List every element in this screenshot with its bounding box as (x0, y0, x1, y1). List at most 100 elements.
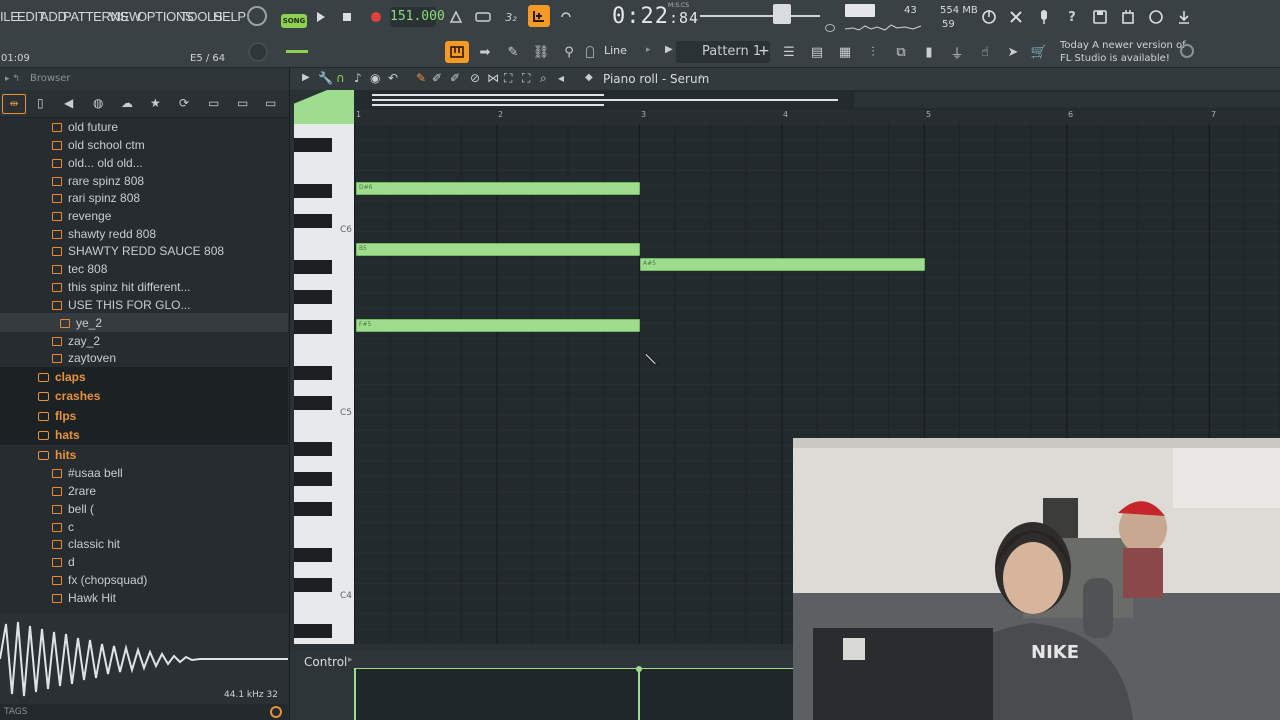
black-key[interactable] (294, 396, 332, 410)
browser-icon[interactable]: ▮ (918, 41, 940, 63)
download-icon[interactable] (1173, 6, 1195, 28)
browser-star-icon[interactable]: ★ (150, 96, 161, 110)
roll-target-arrow-icon[interactable]: ◆ (585, 72, 593, 83)
roll-note-icon[interactable]: ♪ (354, 71, 362, 85)
browser-folder-icon[interactable]: ▭ (208, 96, 219, 110)
roll-pencil-icon[interactable]: ✎ (416, 71, 426, 85)
menu-file[interactable]: ILE (0, 9, 19, 24)
browser-globe-icon[interactable]: ◍ (93, 96, 103, 110)
roll-menu-icon[interactable]: ▶ (302, 72, 310, 83)
browser-item[interactable]: zaytoven (52, 349, 116, 367)
bar-ruler[interactable]: 1 2 3 4 5 6 7 (354, 110, 1280, 124)
browser-plugin-icon[interactable]: ◀ (64, 96, 73, 110)
browser-item[interactable]: d (52, 553, 75, 571)
link-icon[interactable]: ⛓ (530, 41, 552, 63)
note-b-5[interactable]: B5 (356, 243, 640, 256)
record-icon[interactable] (365, 6, 387, 28)
countdown-icon[interactable]: 3₂ (500, 6, 522, 28)
browser-item[interactable]: shawty redd 808 (52, 225, 156, 243)
mixer-icon[interactable]: ⫶ (862, 41, 884, 63)
folder-claps[interactable]: claps (0, 367, 288, 387)
folder-hits[interactable]: hits (0, 445, 288, 465)
browser-item[interactable]: c (52, 518, 74, 536)
browser-item[interactable]: classic hit (52, 535, 120, 553)
touch-icon[interactable]: ☝ (974, 41, 996, 63)
piano-roll-view-icon[interactable] (445, 41, 469, 63)
folder-flps[interactable]: flps (0, 406, 288, 426)
tags-search-icon[interactable] (270, 706, 282, 718)
roll-overview-bar[interactable] (354, 90, 1280, 110)
black-key[interactable] (294, 138, 332, 152)
browser-item[interactable]: #usaa bell (52, 464, 123, 482)
velocity-lane[interactable] (354, 666, 794, 720)
browser-file-icon[interactable]: ▯ (37, 96, 44, 110)
master-pitch-slider[interactable] (700, 15, 820, 17)
pattern-selector[interactable]: Pattern 1 (676, 41, 770, 63)
black-key[interactable] (294, 320, 332, 334)
pencil-tool-icon[interactable]: ✎ (502, 41, 524, 63)
stop-icon[interactable] (336, 6, 358, 28)
browser-item-selected[interactable] (0, 313, 288, 332)
black-key[interactable] (294, 366, 332, 380)
metronome-icon[interactable] (445, 6, 467, 28)
stamp-icon[interactable]: ⚲ (558, 41, 580, 63)
black-key[interactable] (294, 260, 332, 274)
roll-delete-icon[interactable]: ✐ (450, 71, 460, 85)
roll-zoom-fit-icon[interactable]: ⛶ (522, 71, 530, 86)
microphone-icon[interactable] (1033, 6, 1055, 28)
browser-item[interactable]: this spinz hit different... (52, 278, 191, 296)
roll-record-icon[interactable]: ◉ (370, 71, 380, 85)
magnet-icon[interactable] (586, 46, 594, 58)
snap-selector[interactable]: Line (604, 44, 627, 57)
send-icon[interactable]: ➤ (1002, 41, 1024, 63)
note-a-sharp-5[interactable]: A#5 (640, 258, 925, 271)
roll-magnet-icon[interactable]: ∩ (336, 71, 345, 85)
browser-item[interactable]: USE THIS FOR GLO... (52, 296, 190, 314)
pitch-slider[interactable] (286, 50, 308, 53)
tempo-display[interactable]: 151.000 (390, 7, 445, 27)
piano-keyboard[interactable]: C6 C5 C4 (294, 124, 354, 644)
save-icon[interactable] (1089, 6, 1111, 28)
browser-item[interactable]: rari spinz 808 (52, 189, 140, 207)
browser-all-icon[interactable]: ⇹ (2, 94, 26, 114)
pitch-reset-icon[interactable] (825, 24, 835, 32)
browser-item[interactable]: old... old old... (52, 154, 143, 172)
roll-mute-icon[interactable]: ⊘ (470, 71, 480, 85)
plugin-picker-icon[interactable]: ⧉ (890, 41, 912, 63)
browser-item[interactable]: bell ( (52, 500, 94, 518)
song-mode-toggle[interactable]: SONG (281, 14, 307, 28)
black-key[interactable] (294, 290, 332, 304)
roll-title-arrow-icon[interactable]: ▸ (700, 72, 705, 82)
browser-item[interactable]: zay_2 (52, 332, 100, 350)
chat-icon[interactable] (1145, 6, 1167, 28)
browser-item[interactable]: SHAWTY REDD SAUCE 808 (52, 242, 224, 260)
channel-rack-icon[interactable]: ▦ (834, 41, 856, 63)
black-key[interactable] (294, 472, 332, 486)
wait-input-icon[interactable] (472, 6, 494, 28)
browser-item[interactable]: fx (chopsquad) (52, 571, 147, 589)
browser-item[interactable]: 2rare (52, 482, 96, 500)
reset-icon[interactable] (978, 6, 1000, 28)
roll-select-icon[interactable]: ⛶ (504, 71, 512, 86)
browser-item[interactable]: tec 808 (52, 260, 107, 278)
browser-cloud-icon[interactable]: ☁ (121, 96, 133, 110)
play-icon[interactable] (310, 6, 332, 28)
browser-folder3-icon[interactable]: ▭ (265, 96, 276, 110)
arrow-right-icon[interactable]: ➡ (474, 41, 496, 63)
master-volume-knob[interactable] (247, 6, 267, 26)
cart-icon[interactable]: 🛒 (1028, 41, 1050, 63)
black-key[interactable] (294, 578, 332, 592)
browser-item[interactable]: old school ctm (52, 136, 145, 154)
roll-slice-icon[interactable]: ⋈ (487, 71, 499, 85)
menu-help[interactable]: HELP (213, 9, 246, 24)
master-volume-knob-2[interactable] (248, 42, 268, 62)
black-key[interactable] (294, 184, 332, 198)
roll-brush-icon[interactable]: ✐ (432, 71, 442, 85)
folder-crashes[interactable]: crashes (0, 386, 288, 406)
browser-item[interactable]: revenge (52, 207, 111, 225)
black-key[interactable] (294, 624, 332, 638)
plugin-icon[interactable] (1117, 6, 1139, 28)
roll-tools-icon[interactable]: 🔧 (318, 71, 333, 85)
step-edit-icon[interactable] (528, 5, 550, 27)
black-key[interactable] (294, 548, 332, 562)
